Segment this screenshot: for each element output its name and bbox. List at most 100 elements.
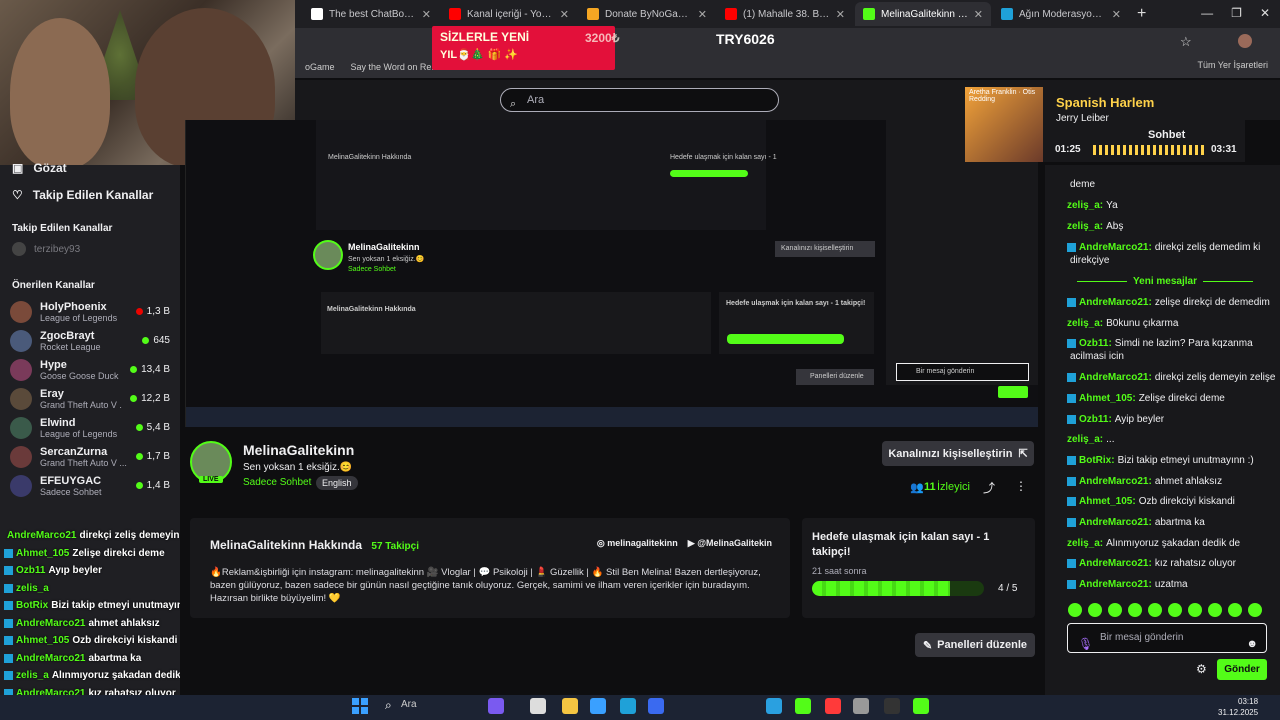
chat-username[interactable]: BotRix: xyxy=(1079,455,1115,466)
chat-username[interactable]: zeliş_a: xyxy=(1067,200,1103,211)
more-options-icon[interactable]: ⋮ xyxy=(1015,479,1027,493)
emote-icon[interactable] xyxy=(1088,603,1102,617)
browser-tab-bar: The best ChatBot and W✕ Kanal içeriği - … xyxy=(295,0,1280,28)
mic-icon[interactable]: 🎙 xyxy=(1078,630,1093,658)
emote-icon[interactable] xyxy=(1248,603,1262,617)
chat-username[interactable]: AndreMarco21: xyxy=(1079,517,1152,528)
chat-username[interactable]: zeliş_a: xyxy=(1067,538,1103,549)
sidebar-item-following[interactable]: ♡ Takip Edilen Kanallar xyxy=(0,181,180,209)
close-icon[interactable]: ✕ xyxy=(974,8,983,21)
chat-username[interactable]: Ahmet_105: xyxy=(1079,393,1136,404)
taskbar-search[interactable]: Ara xyxy=(401,699,417,710)
taskbar-app-icon[interactable] xyxy=(620,698,636,714)
star-bookmark-icon[interactable]: ☆ xyxy=(1180,34,1192,50)
sidebar-channel-item[interactable]: EFEUYGAC Sadece Sohbet 1,4 B xyxy=(0,471,180,500)
gear-icon[interactable]: ⚙ xyxy=(1196,662,1207,676)
sidebar-channel-item[interactable]: Hype Goose Goose Duck 13,4 B xyxy=(0,355,180,384)
sidebar-channel-item[interactable]: Eray Grand Theft Auto V ... 12,2 B xyxy=(0,384,180,413)
sidebar-channel-item[interactable]: HolyPhoenix League of Legends 1,3 B xyxy=(0,297,180,326)
system-clock[interactable]: 03:18 31.12.2025 xyxy=(1218,696,1258,718)
nested-screen-capture: MelinaGalitekinn Hakkında Hedefe ulaşmak… xyxy=(185,120,1038,427)
emote-icon[interactable] xyxy=(1168,603,1182,617)
browser-tab[interactable]: Donate ByNoGame - Geli✕ xyxy=(579,2,715,26)
emote-icon[interactable] xyxy=(1148,603,1162,617)
sidebar-channel-item[interactable]: Elwind League of Legends 5,4 B xyxy=(0,413,180,442)
chat-username[interactable]: AndreMarco21: xyxy=(1079,558,1152,569)
kick-badge-icon xyxy=(4,566,13,576)
chat-username[interactable]: zeliş_a: xyxy=(1067,434,1103,445)
chat-username[interactable]: zeliş_a: xyxy=(1067,318,1103,329)
taskbar-app-icon[interactable] xyxy=(562,698,578,714)
browser-tab-active[interactable]: MelinaGalitekinn Stre ✕ xyxy=(855,2,991,26)
youtube-link[interactable]: ▶ @MelinaGalitekin xyxy=(688,538,772,549)
close-icon[interactable]: ✕ xyxy=(1112,8,1121,21)
new-messages-divider[interactable]: Yeni mesajlar xyxy=(1060,276,1270,287)
close-icon[interactable]: ✕ xyxy=(422,8,431,21)
chat-username[interactable]: AndreMarco21: xyxy=(1079,476,1152,487)
chat-username[interactable]: AndreMarco21: xyxy=(1079,372,1152,383)
bookmark-item[interactable]: oGame xyxy=(305,62,335,72)
chat-username[interactable]: Ahmet_105: xyxy=(1079,496,1136,507)
taskbar-app-icon[interactable] xyxy=(766,698,782,714)
share-icon[interactable]: ⤴ xyxy=(983,479,995,496)
close-icon[interactable]: ✕ xyxy=(836,8,845,21)
emote-icon[interactable] xyxy=(1188,603,1202,617)
taskbar-app-icon[interactable] xyxy=(825,698,841,714)
all-bookmarks-button[interactable]: Tüm Yer İşaretleri xyxy=(1197,60,1268,70)
chat-input[interactable]: 🎙 Bir mesaj gönderin ☻ xyxy=(1067,623,1267,653)
emote-icon[interactable] xyxy=(1208,603,1222,617)
emote-icon[interactable] xyxy=(1108,603,1122,617)
send-button[interactable]: Gönder xyxy=(1217,659,1267,680)
maximize-icon[interactable]: ❐ xyxy=(1231,6,1242,20)
close-icon[interactable]: ✕ xyxy=(698,8,707,21)
sidebar-item-browse[interactable]: ▣ Gözat xyxy=(0,161,180,175)
taskbar-app-icon[interactable] xyxy=(795,698,811,714)
taskbar-app-icon[interactable] xyxy=(648,698,664,714)
browser-tab[interactable]: Kanal içeriği - YouTube St✕ xyxy=(441,2,577,26)
language-tag[interactable]: English xyxy=(316,476,358,490)
chat-username[interactable]: zeliş_a: xyxy=(1067,221,1103,232)
instagram-link[interactable]: ◎ melinagalitekinn xyxy=(597,538,678,549)
profile-avatar[interactable] xyxy=(1238,34,1252,48)
taskbar-app-icon[interactable] xyxy=(488,698,504,714)
taskbar-app-icon[interactable] xyxy=(590,698,606,714)
badge-icon xyxy=(1067,243,1076,252)
sidebar-channel-item[interactable]: SercanZurna Grand Theft Auto V ... 1,7 B xyxy=(0,442,180,471)
chat-username[interactable]: Ozb11: xyxy=(1079,338,1112,349)
taskbar-app-icon[interactable] xyxy=(530,698,546,714)
customize-channel-button[interactable]: Kanalınızı kişiselleştirin ⇱ xyxy=(882,441,1034,466)
emote-icon[interactable] xyxy=(1228,603,1242,617)
chat-username[interactable]: AndreMarco21: xyxy=(1079,242,1152,253)
live-dot-icon xyxy=(130,366,138,373)
sidebar-channel-item[interactable]: ZgocBrayt Rocket League 645 xyxy=(0,326,180,355)
browser-tab[interactable]: (1) Mahalle 38. Bölüm | H✕ xyxy=(717,2,853,26)
about-description: 🔥Reklam&işbirliği için instagram: melina… xyxy=(210,567,761,604)
taskbar-app-icon[interactable] xyxy=(853,698,869,714)
streamer-name[interactable]: MelinaGalitekinn xyxy=(243,442,354,458)
taskbar-app-icon[interactable] xyxy=(913,698,929,714)
emoji-icon[interactable]: ☻ xyxy=(1246,630,1258,658)
goal-count: 4 / 5 xyxy=(998,583,1018,594)
minimize-icon[interactable]: — xyxy=(1201,6,1213,20)
new-tab-button[interactable]: + xyxy=(1137,5,1146,23)
search-icon[interactable]: ⌕ xyxy=(385,698,392,713)
search-input[interactable]: ⌕ Ara xyxy=(500,88,779,112)
emote-icon[interactable] xyxy=(1068,603,1082,617)
close-icon[interactable]: ✕ xyxy=(560,8,569,21)
windows-start-icon[interactable] xyxy=(352,698,368,714)
chat-username[interactable]: Ozb11: xyxy=(1079,414,1112,425)
chat-username[interactable]: AndreMarco21: xyxy=(1079,297,1152,308)
emote-icon[interactable] xyxy=(1128,603,1142,617)
kick-badge-icon xyxy=(4,583,13,593)
stream-category-link[interactable]: Sadece Sohbet xyxy=(243,477,311,488)
followed-user-item[interactable]: terzibey93 xyxy=(0,240,180,258)
chat-username[interactable]: AndreMarco21: xyxy=(1079,579,1152,590)
edit-panels-button[interactable]: ✎ Panelleri düzenle xyxy=(915,633,1035,657)
channel-name: Eray xyxy=(40,387,64,400)
browser-tab[interactable]: Ağın Moderasyon ve Etk✕ xyxy=(993,2,1129,26)
song-title: Spanish Harlem xyxy=(1056,95,1155,110)
bookmark-item[interactable]: Say the Word on Re... xyxy=(351,62,439,72)
taskbar-app-icon[interactable] xyxy=(884,698,900,714)
close-window-icon[interactable]: ✕ xyxy=(1260,6,1270,20)
browser-tab[interactable]: The best ChatBot and W✕ xyxy=(303,2,439,26)
